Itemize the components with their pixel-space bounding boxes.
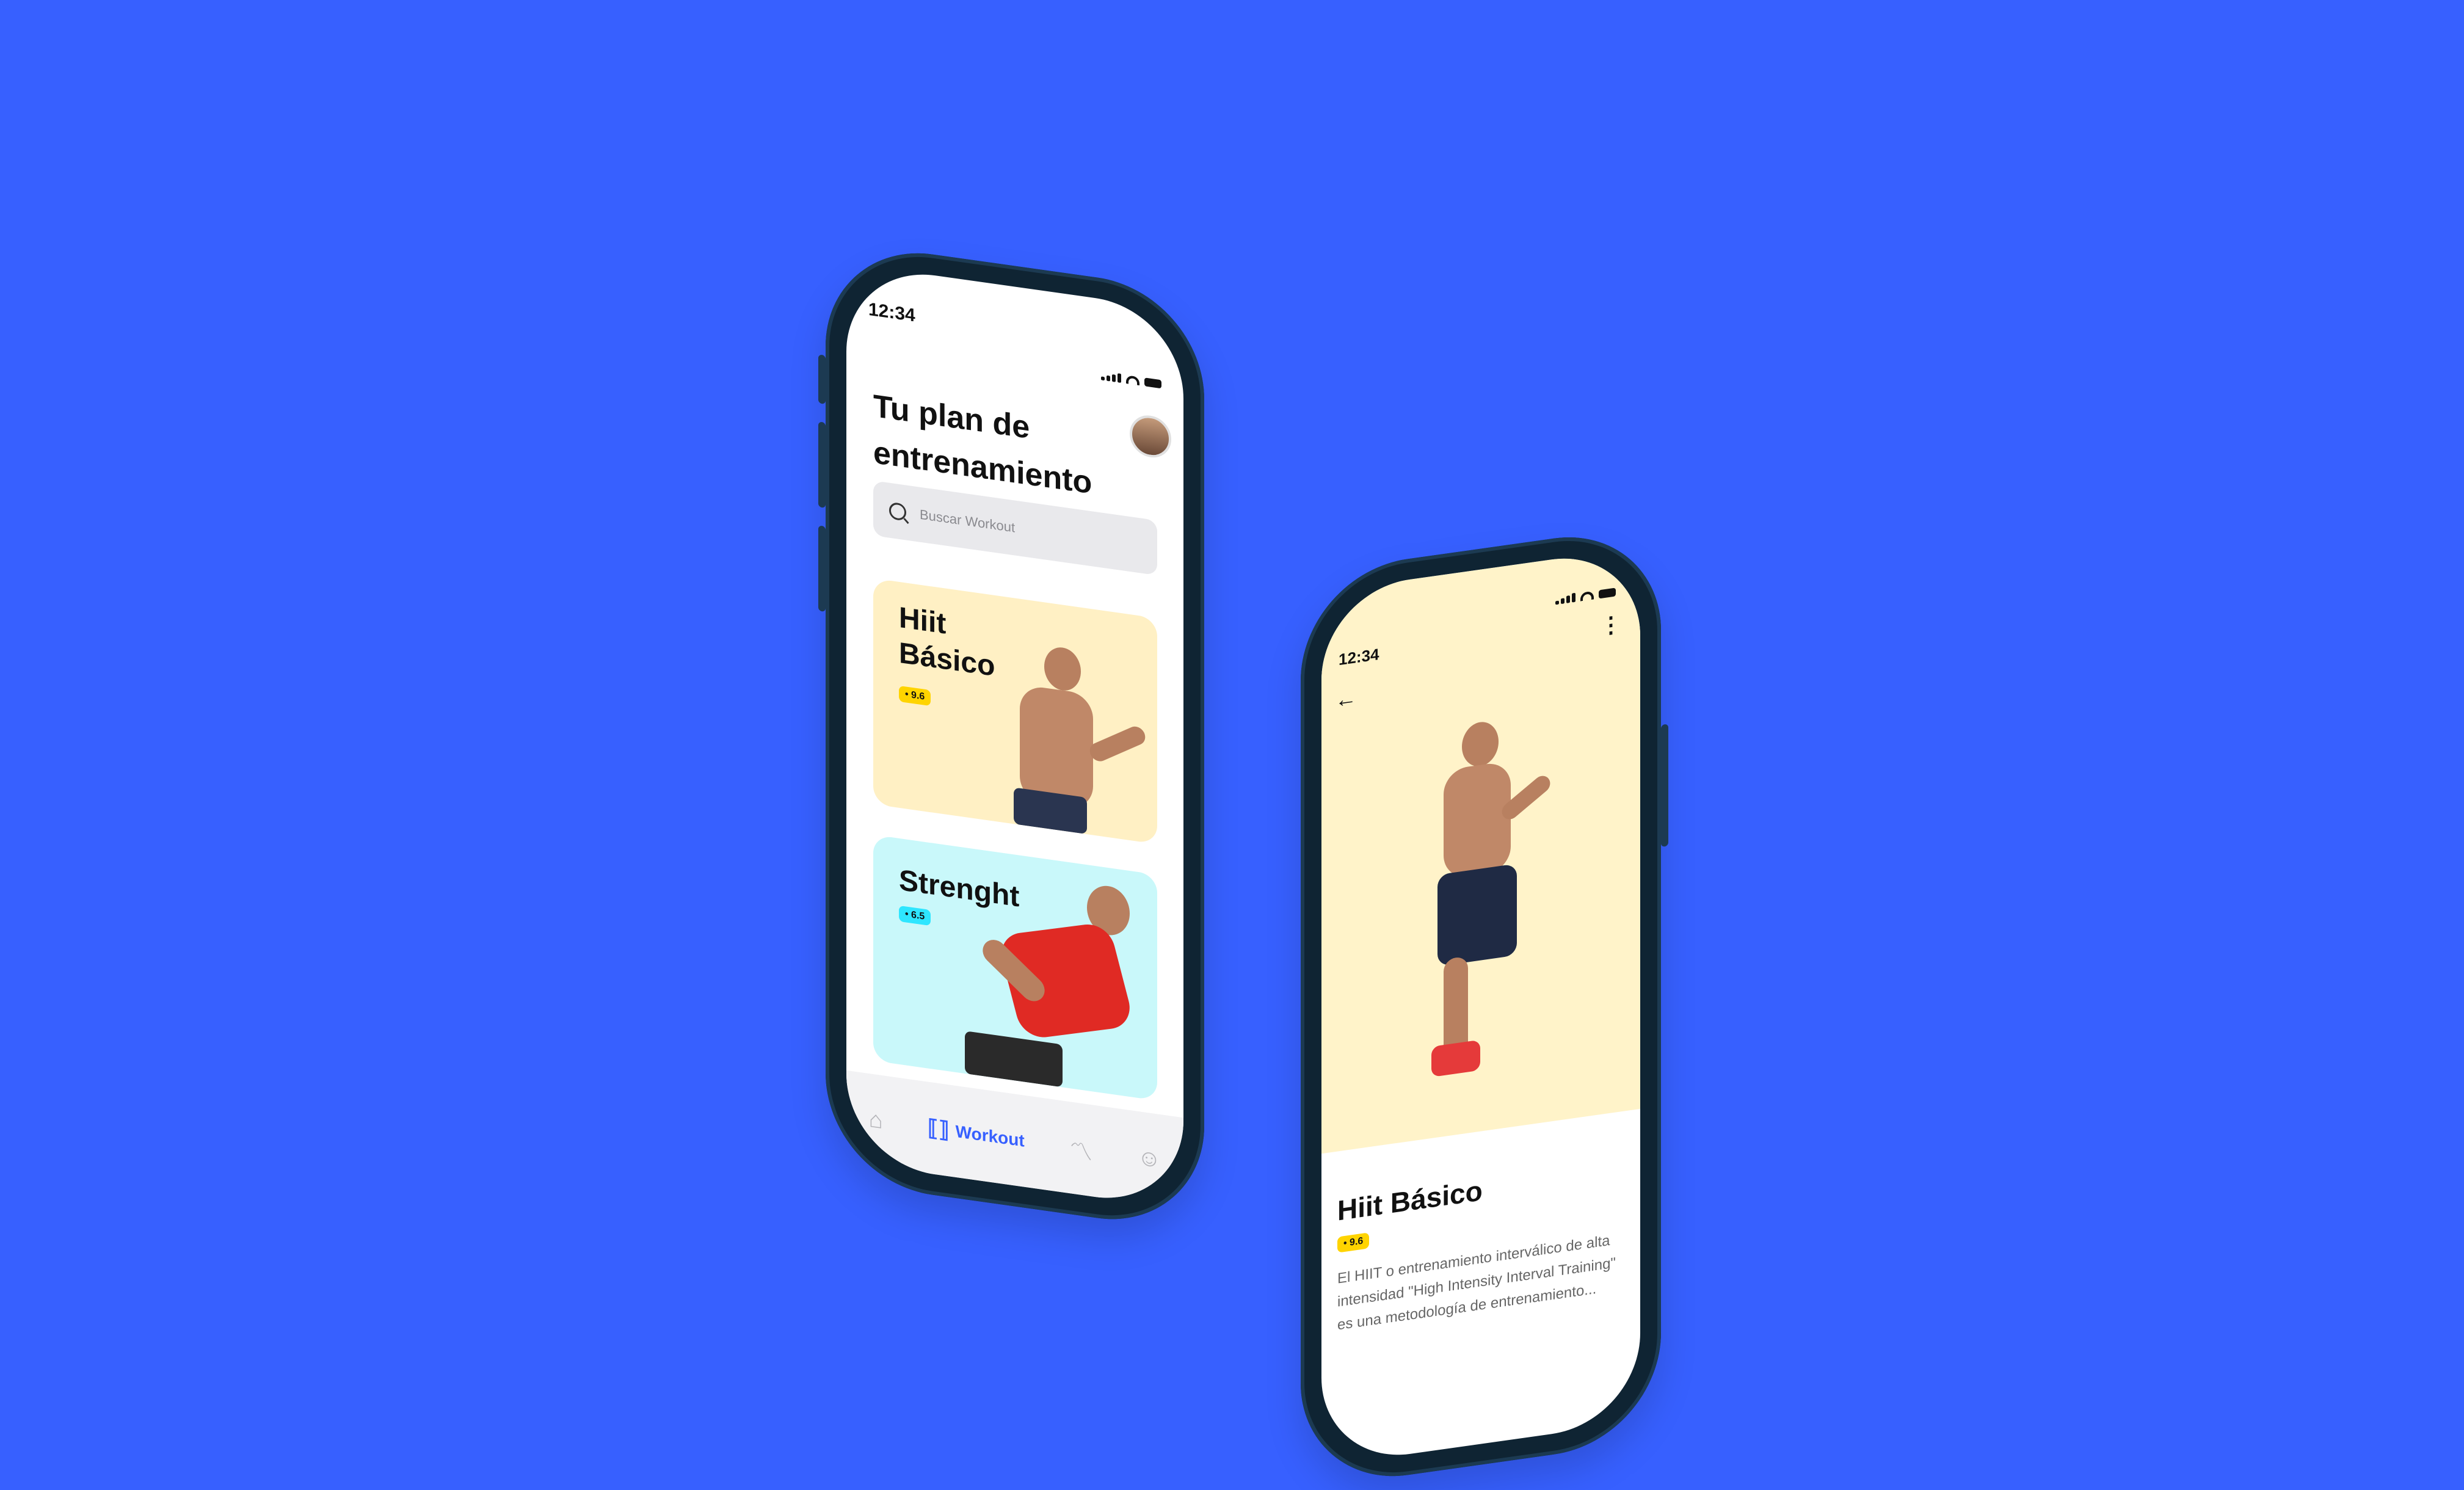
phone-detail: 12:34 ← ⋮ Hiit Básico • 9.6 El HIIT o en… — [1301, 523, 1668, 1490]
athlete-image — [940, 856, 1154, 1100]
workout-card-strength[interactable]: Strenght • 6.5 — [873, 834, 1157, 1101]
workout-card-hiit[interactable]: Hiit Básico • 9.6 — [873, 578, 1157, 845]
volume-up-button — [818, 421, 826, 508]
wifi-icon — [1126, 375, 1139, 386]
home-screen: 12:34 Tu plan de entrenamiento Buscar Wo… — [846, 263, 1183, 1210]
volume-down-button — [818, 525, 826, 612]
search-icon — [889, 501, 906, 522]
athlete-image — [977, 630, 1154, 844]
hero-image — [1321, 547, 1640, 1154]
rating-badge: • 9.6 — [899, 685, 931, 707]
dumbbell-icon: ⟦⟧ — [928, 1114, 950, 1143]
detail-screen: 12:34 ← ⋮ Hiit Básico • 9.6 El HIIT o en… — [1321, 547, 1640, 1467]
athlete-image — [1401, 711, 1560, 1100]
battery-icon — [1144, 377, 1161, 389]
phone-home: 12:34 Tu plan de entrenamiento Buscar Wo… — [818, 239, 1204, 1234]
avatar[interactable] — [1130, 412, 1171, 460]
home-icon[interactable]: ⌂ — [869, 1106, 883, 1134]
stats-icon[interactable]: 〽 — [1069, 1131, 1092, 1168]
tab-workout[interactable]: ⟦⟧ Workout — [928, 1114, 1025, 1154]
signal-icon — [1101, 371, 1121, 383]
search-placeholder: Buscar Workout — [920, 506, 1016, 536]
power-button — [1661, 724, 1668, 848]
rating-badge: • 9.6 — [1337, 1232, 1370, 1253]
profile-icon[interactable]: ☺ — [1137, 1144, 1161, 1173]
detail-title: Hiit Básico — [1337, 1174, 1483, 1227]
detail-description: El HIIT o entrenamiento interválico de a… — [1337, 1232, 1616, 1334]
tab-workout-label: Workout — [955, 1121, 1025, 1150]
more-options-icon[interactable]: ⋮ — [1600, 611, 1622, 639]
rating-badge: • 6.5 — [899, 905, 931, 926]
status-icons — [1101, 371, 1161, 389]
back-arrow-icon[interactable]: ← — [1335, 685, 1357, 713]
status-time: 12:34 — [868, 299, 915, 326]
mute-switch — [818, 354, 826, 404]
